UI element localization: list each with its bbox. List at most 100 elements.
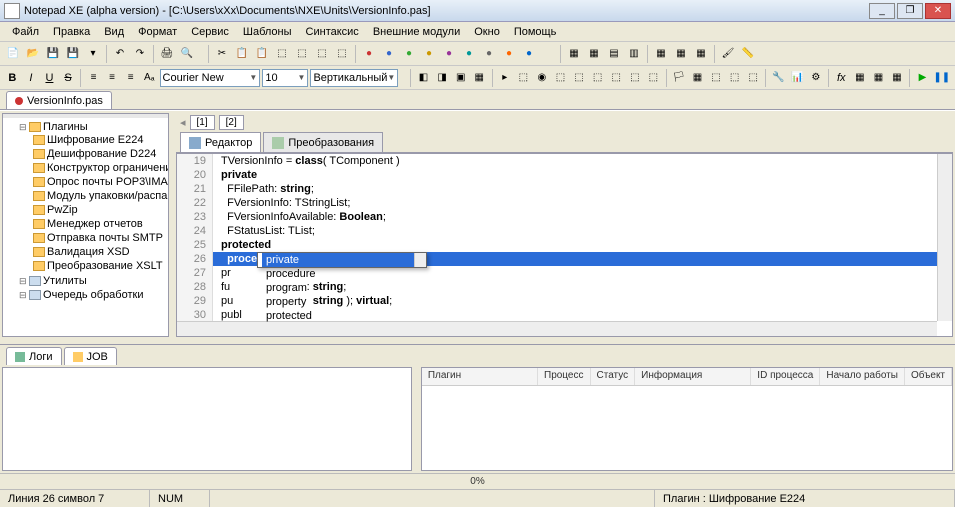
tree-item[interactable]: Менеджер отчетов (33, 217, 166, 231)
tab-job[interactable]: JOB (64, 347, 117, 365)
color-icon[interactable]: ● (380, 45, 398, 63)
tool-icon[interactable]: ▸ (496, 69, 513, 87)
tree-root-queue[interactable]: Очередь обработки (19, 288, 166, 302)
col-status[interactable]: Статус (591, 368, 636, 385)
font-icon[interactable]: Aₐ (141, 69, 158, 87)
size-combo[interactable]: 10▼ (262, 69, 308, 87)
col-plugin[interactable]: Плагин (422, 368, 538, 385)
panel-icon[interactable]: ▥ (625, 45, 643, 63)
color-icon[interactable]: ● (440, 45, 458, 63)
col-process[interactable]: Процесс (538, 368, 591, 385)
tree-root-plugins[interactable]: Плагины Шифрование E224Дешифрование D224… (19, 120, 166, 274)
color-icon[interactable]: ● (480, 45, 498, 63)
tool-icon[interactable]: 🔧 (770, 69, 787, 87)
mini-tab-2[interactable]: [2] (219, 115, 244, 130)
save-icon[interactable]: 💾 (44, 45, 62, 63)
color-icon[interactable]: ● (420, 45, 438, 63)
code-line[interactable]: 20private (177, 168, 952, 182)
panel-icon[interactable]: ▦ (565, 45, 583, 63)
paste-icon[interactable]: 📋 (253, 45, 271, 63)
tree-item[interactable]: Отправка почты SMTP (33, 231, 166, 245)
col-start[interactable]: Начало работы (820, 368, 905, 385)
tool-icon[interactable]: ⚙ (808, 69, 825, 87)
orient-combo[interactable]: Вертикальный▼ (310, 69, 398, 87)
tool-icon[interactable]: 🏳 (671, 69, 688, 87)
ruler-icon[interactable]: 📏 (739, 45, 757, 63)
splitter-bottom[interactable] (414, 365, 419, 473)
brush-icon[interactable]: 🖌 (719, 45, 737, 63)
menu-service[interactable]: Сервис (185, 24, 235, 40)
code-line[interactable]: 22 FVersionInfo: TStringList; (177, 196, 952, 210)
file-tab[interactable]: VersionInfo.pas (6, 91, 112, 109)
menu-help[interactable]: Помощь (508, 24, 563, 40)
open-icon[interactable]: 📂 (24, 45, 42, 63)
color-icon[interactable]: ● (360, 45, 378, 63)
tool-icon[interactable]: ⬚ (273, 45, 291, 63)
italic-icon[interactable]: I (23, 69, 40, 87)
tool-icon[interactable]: ⬚ (645, 69, 662, 87)
tab-logs[interactable]: Логи (6, 347, 62, 365)
close-button[interactable]: ✕ (925, 3, 951, 19)
autocomplete-item[interactable]: protected (262, 309, 422, 323)
tool-icon[interactable]: 📊 (789, 69, 806, 87)
tool-icon[interactable]: ◉ (534, 69, 551, 87)
job-body[interactable] (422, 386, 952, 470)
copy-icon[interactable]: 📋 (233, 45, 251, 63)
font-combo[interactable]: Courier New▼ (160, 69, 261, 87)
color-icon[interactable]: ● (460, 45, 478, 63)
grid-icon[interactable]: ▦ (692, 45, 710, 63)
color-icon[interactable]: ● (400, 45, 418, 63)
tab-editor[interactable]: Редактор (180, 132, 261, 152)
tool-icon[interactable]: ⬚ (589, 69, 606, 87)
tree-item[interactable]: Модуль упаковки/распаковки (33, 189, 166, 203)
tree-item[interactable]: Шифрование E224 (33, 133, 166, 147)
fx-icon[interactable]: fx (833, 69, 850, 87)
code-line[interactable]: 21 FFilePath: string; (177, 182, 952, 196)
menu-edit[interactable]: Правка (47, 24, 96, 40)
cut-icon[interactable]: ✂ (213, 45, 231, 63)
align-center-icon[interactable]: ≡ (104, 69, 121, 87)
mini-tab-1[interactable]: [1] (190, 115, 215, 130)
tree-item[interactable]: Валидация XSD (33, 245, 166, 259)
color-icon[interactable]: ● (500, 45, 518, 63)
autocomplete-scrollbar[interactable] (414, 253, 426, 267)
menu-templates[interactable]: Шаблоны (237, 24, 298, 40)
code-line[interactable]: 23 FVersionInfoAvailable: Boolean; (177, 210, 952, 224)
autocomplete-item[interactable]: program (262, 281, 422, 295)
tool-icon[interactable]: ◨ (434, 69, 451, 87)
menu-file[interactable]: Файл (6, 24, 45, 40)
tool-icon[interactable]: ⬚ (313, 45, 331, 63)
tool-icon[interactable]: ⬚ (627, 69, 644, 87)
bold-icon[interactable]: B (4, 69, 21, 87)
menu-window[interactable]: Окно (468, 24, 506, 40)
tool-icon[interactable]: ▦ (689, 69, 706, 87)
tree-item[interactable]: PwZip (33, 203, 166, 217)
tool-icon[interactable]: ⬚ (708, 69, 725, 87)
tree-item[interactable]: Опрос почты POP3\IMAP4 (33, 175, 166, 189)
grid-icon[interactable]: ▦ (652, 45, 670, 63)
tool-icon[interactable]: ⬚ (333, 45, 351, 63)
align-right-icon[interactable]: ≡ (122, 69, 139, 87)
undo-icon[interactable]: ↶ (111, 45, 129, 63)
tree-item[interactable]: Преобразование XSLT (33, 259, 166, 273)
grid-icon[interactable]: ▦ (672, 45, 690, 63)
new-icon[interactable]: 📄 (4, 45, 22, 63)
menu-format[interactable]: Формат (132, 24, 183, 40)
tool-icon[interactable]: ▦ (471, 69, 488, 87)
editor-scrollbar-h[interactable] (177, 321, 937, 336)
panel-icon[interactable]: ▤ (605, 45, 623, 63)
tool-icon[interactable]: ▦ (870, 69, 887, 87)
tab-transform[interactable]: Преобразования (263, 132, 383, 152)
autocomplete-item[interactable]: private (262, 253, 422, 267)
minimize-button[interactable]: _ (869, 3, 895, 19)
menu-view[interactable]: Вид (98, 24, 130, 40)
autocomplete-item[interactable]: procedure (262, 267, 422, 281)
code-line[interactable]: 19TVersionInfo = class( TComponent ) (177, 154, 952, 168)
print-icon[interactable]: 🖨 (158, 45, 176, 63)
autocomplete-item[interactable]: property (262, 295, 422, 309)
tool-icon[interactable]: ⬚ (726, 69, 743, 87)
tool-icon[interactable]: ⬚ (293, 45, 311, 63)
align-left-icon[interactable]: ≡ (85, 69, 102, 87)
col-info[interactable]: Информация (635, 368, 751, 385)
menu-syntax[interactable]: Синтаксис (300, 24, 365, 40)
